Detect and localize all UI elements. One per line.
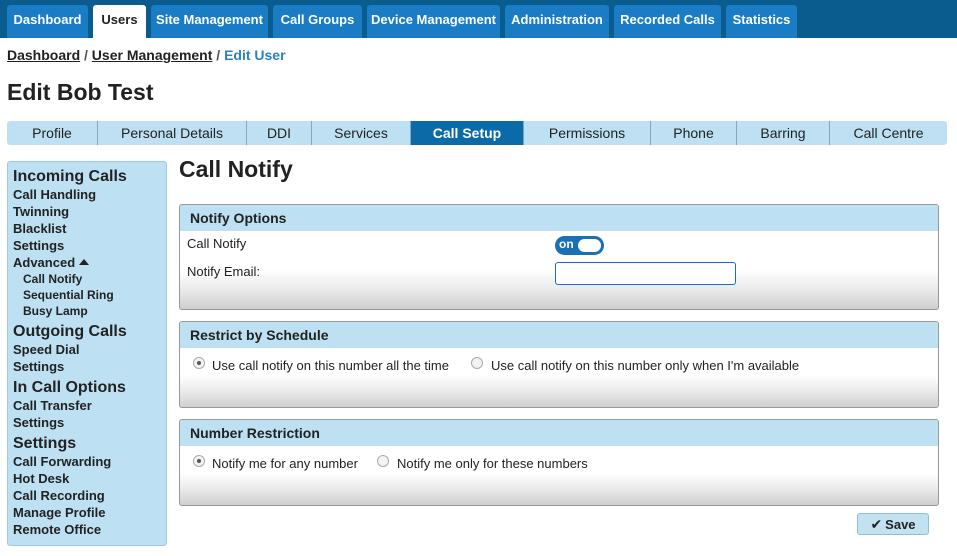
these-numbers-label[interactable]: Notify me only for these numbers: [397, 456, 588, 471]
notify-email-label: Notify Email:: [187, 264, 260, 279]
sidebar-item-incoming-settings[interactable]: Settings: [13, 238, 64, 253]
sidebar-item-advanced-label: Advanced: [13, 255, 76, 270]
tab-profile[interactable]: Profile: [7, 121, 98, 145]
schedule-all-time-radio[interactable]: [193, 357, 205, 369]
sidebar-heading-incoming-calls: Incoming Calls: [13, 168, 127, 185]
schedule-all-time-label[interactable]: Use call notify on this number all the t…: [212, 358, 449, 373]
sidebar-item-manage-profile[interactable]: Manage Profile: [13, 505, 105, 520]
these-numbers-radio[interactable]: [377, 455, 389, 467]
schedule-when-available-radio[interactable]: [471, 357, 483, 369]
breadcrumb-separator: /: [216, 47, 221, 63]
checkmark-icon: ✔: [870, 516, 883, 532]
nav-tab-recorded-calls[interactable]: Recorded Calls: [614, 5, 721, 38]
call-notify-toggle[interactable]: on: [555, 236, 604, 255]
breadcrumb-user-management[interactable]: User Management: [92, 47, 213, 63]
nav-tab-site-management[interactable]: Site Management: [151, 5, 268, 38]
panel-heading: Number Restriction: [180, 420, 938, 446]
tab-phone[interactable]: Phone: [651, 121, 737, 145]
sidebar-heading-outgoing-calls: Outgoing Calls: [13, 323, 127, 340]
sidebar-item-sequential-ring[interactable]: Sequential Ring: [23, 288, 114, 302]
tab-services[interactable]: Services: [312, 121, 411, 145]
sidebar-heading-in-call-options: In Call Options: [13, 379, 126, 396]
caret-up-icon: [79, 259, 90, 265]
nav-tab-device-management[interactable]: Device Management: [367, 5, 500, 38]
breadcrumb-current: Edit User: [224, 47, 286, 63]
notify-options-panel: Notify Options Call Notify on Notify Ema…: [179, 204, 939, 310]
sidebar-item-call-notify[interactable]: Call Notify: [23, 272, 82, 286]
sidebar-item-in-call-settings[interactable]: Settings: [13, 415, 64, 430]
tab-call-setup[interactable]: Call Setup: [411, 121, 524, 145]
tab-barring[interactable]: Barring: [737, 121, 830, 145]
sidebar-item-call-recording[interactable]: Call Recording: [13, 488, 105, 503]
nav-tab-administration[interactable]: Administration: [505, 5, 609, 38]
content-title: Call Notify: [179, 156, 293, 182]
any-number-label[interactable]: Notify me for any number: [212, 456, 358, 471]
top-navigation: Dashboard Users Site Management Call Gro…: [0, 0, 957, 38]
sidebar-item-speed-dial[interactable]: Speed Dial: [13, 342, 79, 357]
sidebar-item-advanced[interactable]: Advanced: [13, 255, 90, 270]
sidebar: Incoming Calls Call Handling Twinning Bl…: [7, 161, 167, 546]
panel-heading: Restrict by Schedule: [180, 322, 938, 348]
page-title: Edit Bob Test: [7, 79, 154, 105]
sidebar-item-call-transfer[interactable]: Call Transfer: [13, 398, 92, 413]
nav-tab-call-groups[interactable]: Call Groups: [273, 5, 362, 38]
tab-personal-details[interactable]: Personal Details: [98, 121, 247, 145]
tab-ddi[interactable]: DDI: [247, 121, 312, 145]
nav-tab-users[interactable]: Users: [93, 5, 146, 38]
toggle-state-text: on: [559, 237, 574, 251]
sidebar-heading-settings: Settings: [13, 435, 77, 452]
sidebar-item-outgoing-settings[interactable]: Settings: [13, 359, 64, 374]
number-restriction-panel: Number Restriction Notify me for any num…: [179, 419, 939, 506]
call-notify-label: Call Notify: [187, 236, 247, 251]
breadcrumb-dashboard[interactable]: Dashboard: [7, 47, 80, 63]
sidebar-item-call-forwarding[interactable]: Call Forwarding: [13, 454, 111, 469]
save-button[interactable]: ✔ Save: [857, 513, 929, 535]
user-subtabs: Profile Personal Details DDI Services Ca…: [7, 121, 947, 145]
breadcrumb-separator: /: [84, 47, 88, 63]
notify-email-input[interactable]: [555, 262, 736, 285]
panel-heading: Notify Options: [180, 205, 938, 231]
sidebar-item-blacklist[interactable]: Blacklist: [13, 221, 66, 236]
sidebar-item-busy-lamp[interactable]: Busy Lamp: [23, 304, 88, 318]
sidebar-item-twinning[interactable]: Twinning: [13, 204, 69, 219]
tab-call-centre[interactable]: Call Centre: [830, 121, 947, 145]
restrict-by-schedule-panel: Restrict by Schedule Use call notify on …: [179, 321, 939, 408]
sidebar-item-hot-desk[interactable]: Hot Desk: [13, 471, 69, 486]
sidebar-item-remote-office[interactable]: Remote Office: [13, 522, 101, 537]
any-number-radio[interactable]: [193, 455, 205, 467]
toggle-knob: [578, 239, 601, 252]
breadcrumb: Dashboard / User Management / Edit User: [7, 47, 286, 63]
sidebar-item-call-handling[interactable]: Call Handling: [13, 187, 96, 202]
save-label: Save: [885, 517, 916, 532]
schedule-when-available-label[interactable]: Use call notify on this number only when…: [491, 358, 799, 373]
nav-tab-dashboard[interactable]: Dashboard: [7, 5, 88, 38]
tab-permissions[interactable]: Permissions: [524, 121, 651, 145]
nav-tab-statistics[interactable]: Statistics: [726, 5, 797, 38]
